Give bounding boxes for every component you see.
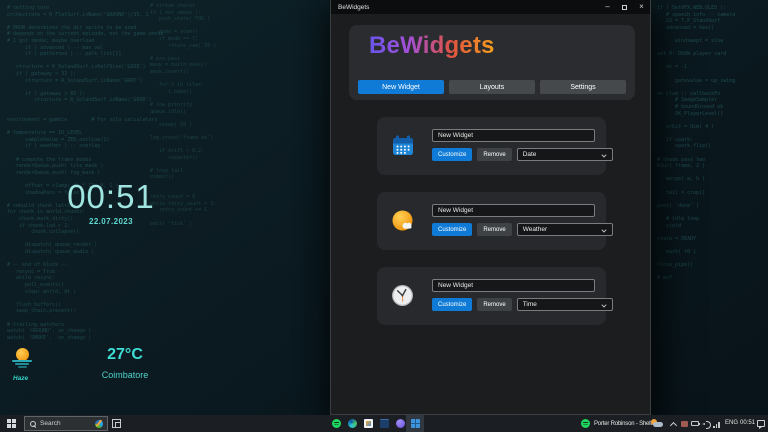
clock-icon	[391, 284, 415, 308]
clock-date: 22.07.2023	[55, 217, 167, 226]
widget-type-value: Weather	[523, 226, 547, 233]
header-panel: BeWidgets New Widget Layouts Settings	[349, 25, 635, 100]
search-highlights-icon	[95, 420, 103, 428]
wallpaper-code: # setting core orchestrate = R_FlatSurf.…	[7, 5, 164, 341]
battery-icon[interactable]	[691, 421, 699, 426]
windows-logo-icon	[7, 419, 16, 428]
remove-button[interactable]: Remove	[477, 148, 511, 161]
customize-button[interactable]: Customize	[432, 148, 472, 161]
taskbar: Porter Robinson - Shelter ENG 00:51	[0, 415, 768, 432]
close-button[interactable]: ×	[633, 0, 650, 14]
widget-type-select[interactable]: Date	[517, 148, 613, 161]
customize-button[interactable]: Customize	[432, 223, 472, 236]
widget-card-time: Customize Remove Time	[377, 267, 606, 325]
desktop-weather-widget: Haze 27°C Coimbatore	[8, 346, 168, 396]
wallpaper-code: if ( SetVFX.WEB.OLED ): # speech info --…	[657, 5, 735, 282]
taskbar-weather-icon[interactable]	[651, 419, 663, 428]
purple-app-icon[interactable]	[396, 419, 405, 428]
widget-card-date: Customize Remove Date	[377, 117, 606, 175]
weather-temperature: 27°C	[92, 346, 158, 364]
maximize-button[interactable]	[616, 0, 633, 14]
widget-type-select[interactable]: Weather	[517, 223, 613, 236]
taskbar-clock[interactable]: 00:51	[740, 420, 755, 426]
window-title: BeWidgets	[331, 4, 599, 11]
minimize-button[interactable]: –	[599, 0, 616, 14]
action-center-icon[interactable]	[757, 420, 765, 427]
language-indicator[interactable]: ENG	[725, 420, 738, 426]
widget-name-input[interactable]	[432, 129, 595, 142]
taskbar-search[interactable]	[24, 416, 108, 431]
tray-app-icon[interactable]	[681, 421, 688, 427]
hidden-icons-chevron[interactable]	[670, 422, 677, 429]
haze-sun-icon	[12, 348, 34, 368]
start-button[interactable]	[0, 415, 22, 432]
search-icon	[30, 421, 36, 427]
widget-type-value: Date	[523, 151, 537, 158]
window-titlebar[interactable]: BeWidgets – ×	[331, 0, 650, 14]
widget-card-weather: Customize Remove Weather	[377, 192, 606, 250]
search-input[interactable]	[40, 420, 95, 427]
app-logo: BeWidgets	[369, 32, 495, 60]
bewidgets-taskbar-button[interactable]	[406, 415, 424, 432]
bewidgets-icon	[411, 419, 420, 428]
remove-button[interactable]: Remove	[477, 298, 511, 311]
chevron-down-icon	[601, 152, 606, 157]
widget-name-input[interactable]	[432, 279, 595, 292]
tab-bar: New Widget Layouts Settings	[358, 80, 626, 94]
mail-icon[interactable]	[380, 419, 389, 428]
desktop-clock-widget: 00:51 22.07.2023	[55, 180, 167, 226]
widget-type-value: Time	[523, 301, 537, 308]
edge-icon[interactable]	[348, 419, 357, 428]
task-view-button[interactable]	[112, 419, 121, 428]
volume-icon[interactable]	[702, 421, 710, 427]
customize-button[interactable]: Customize	[432, 298, 472, 311]
bewidgets-window: BeWidgets – × BeWidgets New Widget Layou…	[330, 0, 651, 415]
remove-button[interactable]: Remove	[477, 223, 511, 236]
calendar-icon	[391, 134, 415, 158]
photos-icon[interactable]	[364, 419, 373, 428]
now-playing[interactable]: Porter Robinson - Shelter	[581, 415, 657, 432]
spotify-tray-icon	[581, 419, 590, 428]
chevron-down-icon	[601, 227, 606, 232]
weather-condition: Haze	[13, 375, 28, 382]
maximize-icon	[622, 5, 627, 10]
now-playing-label: Porter Robinson - Shelter	[594, 421, 657, 427]
network-icon[interactable]	[713, 421, 721, 428]
weather-city: Coimbatore	[92, 370, 158, 380]
tab-new-widget[interactable]: New Widget	[358, 80, 444, 94]
spotify-icon[interactable]	[332, 419, 341, 428]
widget-type-select[interactable]: Time	[517, 298, 613, 311]
clock-time: 00:51	[55, 180, 167, 214]
tab-settings[interactable]: Settings	[540, 80, 626, 94]
tab-layouts[interactable]: Layouts	[449, 80, 535, 94]
widget-name-input[interactable]	[432, 204, 595, 217]
weather-icon	[391, 209, 415, 233]
desktop: # setting core orchestrate = R_FlatSurf.…	[0, 0, 768, 432]
chevron-down-icon	[601, 302, 606, 307]
